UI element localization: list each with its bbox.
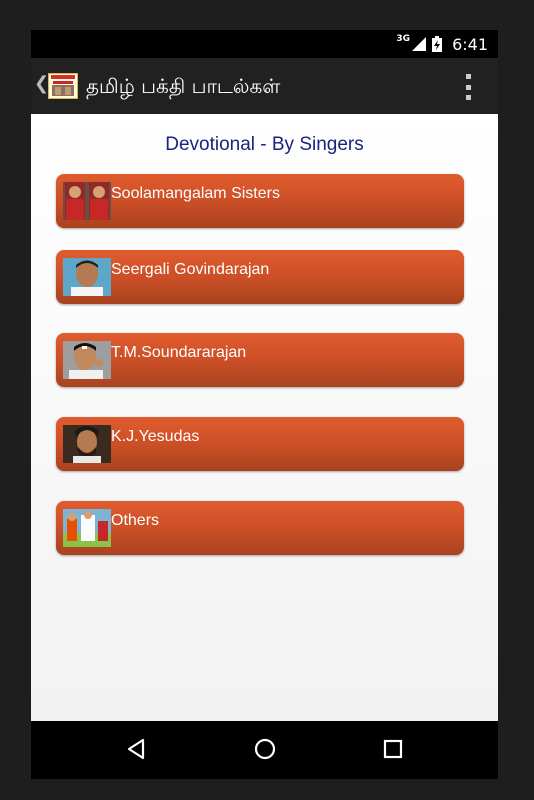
singer-item-label: K.J.Yesudas [111, 428, 200, 445]
clock-time: 6:41 [452, 34, 488, 54]
singer-item-seergali-govindarajan[interactable]: Seergali Govindarajan [56, 250, 464, 304]
status-icons: 3G 6:41 [396, 34, 488, 54]
app-logo-icon[interactable] [48, 73, 78, 99]
overflow-menu-icon[interactable] [464, 74, 472, 100]
tm-soundararajan-photo-icon [63, 341, 111, 379]
network-type-label: 3G [396, 34, 411, 44]
battery-icon [432, 36, 443, 52]
singer-item-label: T.M.Soundararajan [111, 344, 247, 361]
singer-item-label: Seergali Govindarajan [111, 261, 270, 278]
main-content: Devotional - By Singers Soolamangalam Si… [31, 114, 498, 721]
singer-item-kj-yesudas[interactable]: K.J.Yesudas [56, 417, 464, 471]
home-icon[interactable] [254, 738, 276, 760]
device-screen: 3G 6:41 ❮ தமிழ் பக்தி பாடல்கள் Devotiona… [31, 30, 498, 779]
kj-yesudas-photo-icon [63, 425, 111, 463]
status-bar: 3G 6:41 [31, 30, 498, 58]
app-title: தமிழ் பக்தி பாடல்கள் [86, 74, 281, 98]
singer-item-label: Soolamangalam Sisters [111, 185, 280, 202]
navigation-bar [31, 721, 498, 779]
recent-apps-icon[interactable] [383, 738, 403, 760]
singer-item-tm-soundararajan[interactable]: T.M.Soundararajan [56, 333, 464, 387]
singer-item-label: Others [111, 512, 160, 529]
singer-item-others[interactable]: Others [56, 501, 464, 555]
up-chevron-icon[interactable]: ❮ [34, 74, 49, 94]
section-heading: Devotional - By Singers [165, 134, 364, 155]
signal-icon [412, 37, 427, 51]
action-bar: ❮ தமிழ் பக்தி பாடல்கள் [31, 58, 498, 114]
seergali-govindarajan-photo-icon [63, 258, 111, 296]
soolamangalam-sisters-photo-icon [63, 182, 111, 220]
others-photo-icon [63, 509, 111, 547]
back-icon[interactable] [126, 738, 146, 760]
singer-item-soolamangalam-sisters[interactable]: Soolamangalam Sisters [56, 174, 464, 228]
